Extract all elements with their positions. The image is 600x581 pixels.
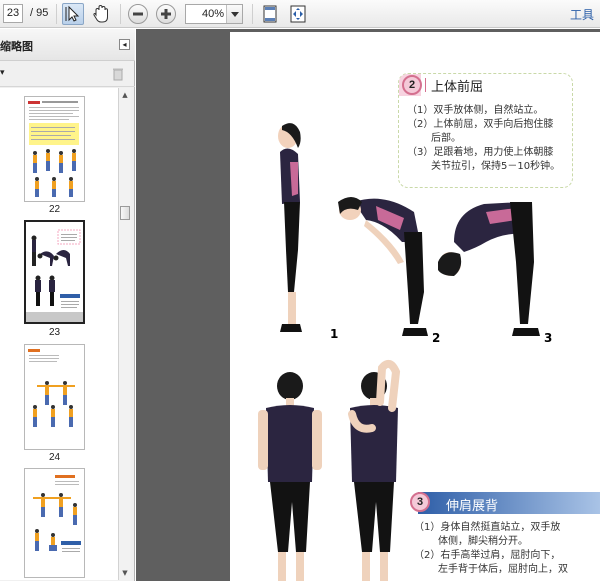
zoom-level-value: 40% bbox=[201, 8, 224, 20]
thumbnail-panel: 缩略图 ◂ ▾ 22 23 24 ▲ ▼ bbox=[0, 29, 135, 581]
page-thumbnail[interactable] bbox=[24, 468, 85, 578]
fit-width-button[interactable] bbox=[288, 4, 308, 24]
page-thumbnail-label: 24 bbox=[48, 452, 61, 463]
figure-back-view-2 bbox=[348, 359, 401, 581]
options-menu-button[interactable]: ▾ bbox=[0, 68, 5, 78]
toolbar-divider bbox=[252, 4, 253, 24]
page-thumbnail-label: 22 bbox=[48, 204, 61, 215]
thumbnail-panel-title: 缩略图 bbox=[0, 40, 33, 53]
chevron-down-icon[interactable] bbox=[226, 5, 242, 23]
tools-link[interactable]: 工具 bbox=[570, 6, 594, 23]
thumbnail-current-indicator bbox=[26, 312, 83, 322]
section-2-divider bbox=[425, 78, 426, 92]
figure-standing-side bbox=[278, 123, 302, 332]
section-3-steps: （1）身体自然挺直站立，双手放 体侧，脚尖稍分开。 （2）右手高举过肩，屈肘向下… bbox=[414, 521, 598, 577]
select-tool-button[interactable] bbox=[62, 3, 84, 25]
hand-tool-button[interactable] bbox=[90, 3, 112, 25]
hand-icon bbox=[93, 4, 108, 23]
trash-icon[interactable] bbox=[112, 67, 124, 81]
toolbar: 23 / 95 40% 工具 bbox=[0, 0, 600, 28]
page-number-input[interactable]: 23 bbox=[3, 4, 23, 23]
page-thumbnail[interactable] bbox=[24, 96, 85, 202]
page-thumbnail[interactable] bbox=[24, 344, 85, 450]
section-3-header: 3 伸肩展背 bbox=[410, 492, 600, 514]
thumbnail-options-bar: ▾ bbox=[0, 62, 135, 87]
scroll-up-arrow-icon[interactable]: ▲ bbox=[119, 88, 131, 102]
scrollbar-thumb[interactable] bbox=[120, 206, 130, 220]
figure-label-2: 2 bbox=[432, 331, 440, 342]
section-3-step: 体侧，脚尖稍分开。 bbox=[438, 536, 528, 547]
shoulder-stretch-illustration bbox=[258, 359, 401, 581]
figure-deep-bend bbox=[438, 202, 540, 336]
plus-icon bbox=[161, 9, 171, 19]
figure-bent-forward bbox=[338, 197, 428, 336]
document-page: 2 上体前屈 （1）双手放体侧，自然站立。 （2）上体前屈，双手向后抱住膝 后部… bbox=[230, 32, 600, 581]
fit-page-icon bbox=[263, 5, 277, 23]
zoom-level-select[interactable]: 40% bbox=[185, 4, 243, 24]
page-thumbnail-image bbox=[28, 101, 79, 197]
zoom-in-button[interactable] bbox=[156, 4, 176, 24]
toolbar-divider bbox=[120, 4, 121, 24]
section-3-step: 左手背于体后，屈肘向上，双 bbox=[438, 564, 568, 575]
section-3-number: 3 bbox=[410, 492, 430, 512]
cursor-arrow-icon bbox=[65, 5, 80, 22]
page-thumbnail-current[interactable] bbox=[24, 220, 85, 324]
zoom-out-button[interactable] bbox=[128, 4, 148, 24]
section-3-title: 伸肩展背 bbox=[446, 499, 499, 514]
fit-width-icon bbox=[290, 5, 306, 23]
thumbnail-scrollbar[interactable]: ▲ ▼ bbox=[118, 88, 131, 580]
scroll-down-arrow-icon[interactable]: ▼ bbox=[119, 566, 131, 580]
page-thumbnail-image bbox=[28, 349, 75, 427]
collapse-panel-button[interactable]: ◂ bbox=[119, 39, 130, 50]
page-thumbnail-label: 23 bbox=[48, 327, 61, 338]
document-view[interactable]: 2 上体前屈 （1）双手放体侧，自然站立。 （2）上体前屈，双手向后抱住膝 后部… bbox=[136, 29, 600, 581]
figure-back-view-1 bbox=[258, 372, 322, 581]
thumbnail-list: 22 23 24 bbox=[0, 88, 118, 580]
section-3-step: （1）身体自然挺直站立，双手放 bbox=[414, 522, 561, 533]
minus-icon bbox=[133, 12, 143, 16]
figure-label-3: 3 bbox=[544, 331, 552, 342]
page-total-label: / 95 bbox=[30, 7, 49, 19]
toolbar-divider bbox=[56, 4, 57, 24]
fit-page-button[interactable] bbox=[260, 4, 280, 24]
forward-bend-illustration: 1 2 3 bbox=[278, 123, 552, 342]
thumbnail-panel-header: 缩略图 ◂ bbox=[0, 29, 135, 61]
figure-label-1: 1 bbox=[330, 327, 338, 341]
page-thumbnail-image bbox=[26, 222, 83, 314]
page-thumbnail-image bbox=[33, 475, 81, 552]
section-3-step: （2）右手高举过肩，屈肘向下， bbox=[414, 550, 561, 561]
